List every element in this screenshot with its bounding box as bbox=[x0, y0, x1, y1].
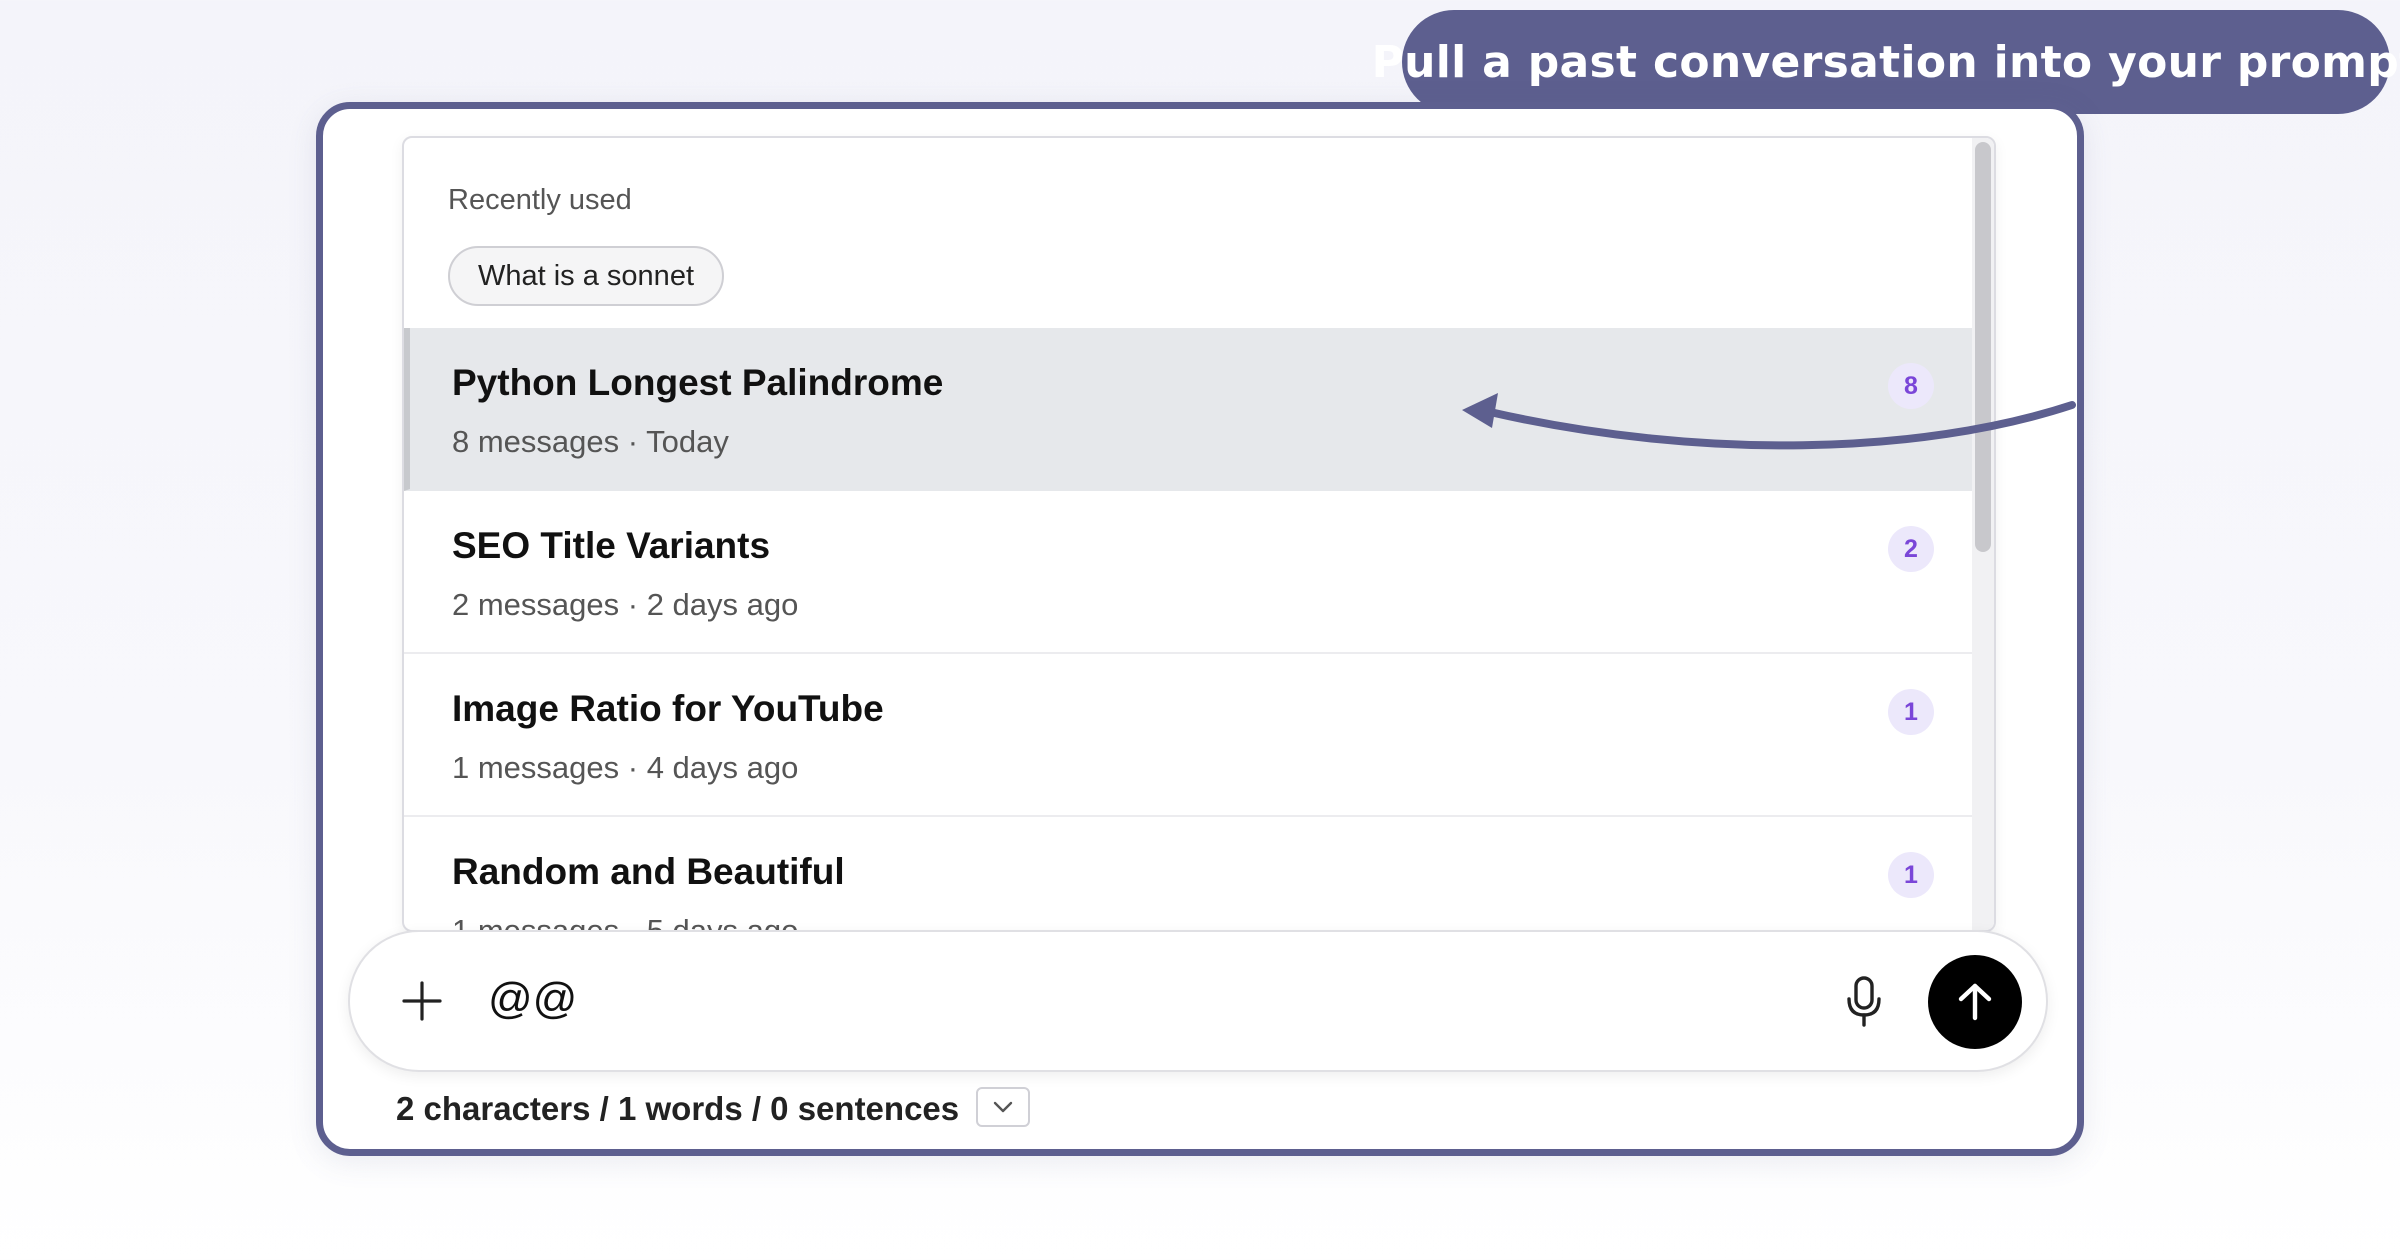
stats-toggle-button[interactable] bbox=[976, 1087, 1030, 1127]
prompt-input-bar: @@ bbox=[348, 930, 2048, 1072]
send-button[interactable] bbox=[1928, 955, 2022, 1049]
chevron-down-icon bbox=[993, 1101, 1013, 1113]
conversation-item[interactable]: Image Ratio for YouTube 1 messages · 4 d… bbox=[404, 654, 1974, 817]
message-count-badge: 1 bbox=[1888, 852, 1934, 898]
mic-icon[interactable] bbox=[1840, 975, 1888, 1029]
text-stats: 2 characters / 1 words / 0 sentences bbox=[396, 1090, 960, 1127]
callout-banner: Pull a past conversation into your promp… bbox=[1372, 10, 2400, 114]
recent-chip[interactable]: What is a sonnet bbox=[448, 246, 724, 306]
conversation-meta: 8 messages · Today bbox=[452, 424, 729, 459]
message-count-badge: 8 bbox=[1888, 363, 1934, 409]
conversation-title: Image Ratio for YouTube bbox=[452, 688, 884, 729]
plus-icon[interactable] bbox=[400, 979, 444, 1023]
recently-used-label: Recently used bbox=[448, 184, 632, 216]
scrollbar-thumb[interactable] bbox=[1975, 142, 1991, 552]
conversation-list: Python Longest Palindrome 8 messages · T… bbox=[404, 328, 1974, 930]
conversation-meta: 1 messages · 4 days ago bbox=[452, 750, 799, 785]
message-count-badge: 1 bbox=[1888, 689, 1934, 735]
prompt-input[interactable]: @@ bbox=[488, 974, 577, 1024]
conversation-item[interactable]: SEO Title Variants 2 messages · 2 days a… bbox=[404, 491, 1974, 654]
conversation-dropdown: Recently used What is a sonnet Python Lo… bbox=[402, 136, 1996, 932]
conversation-title: Random and Beautiful bbox=[452, 851, 845, 892]
conversation-title: Python Longest Palindrome bbox=[452, 362, 944, 403]
conversation-title: SEO Title Variants bbox=[452, 525, 771, 566]
conversation-item[interactable]: Python Longest Palindrome 8 messages · T… bbox=[404, 328, 1974, 491]
message-count-badge: 2 bbox=[1888, 526, 1934, 572]
arrow-up-icon bbox=[1958, 983, 1992, 1021]
conversation-meta: 2 messages · 2 days ago bbox=[452, 587, 799, 622]
conversation-item[interactable]: Random and Beautiful 1 messages · 5 days… bbox=[404, 817, 1974, 930]
dropdown-scrollbar[interactable] bbox=[1972, 138, 1994, 930]
